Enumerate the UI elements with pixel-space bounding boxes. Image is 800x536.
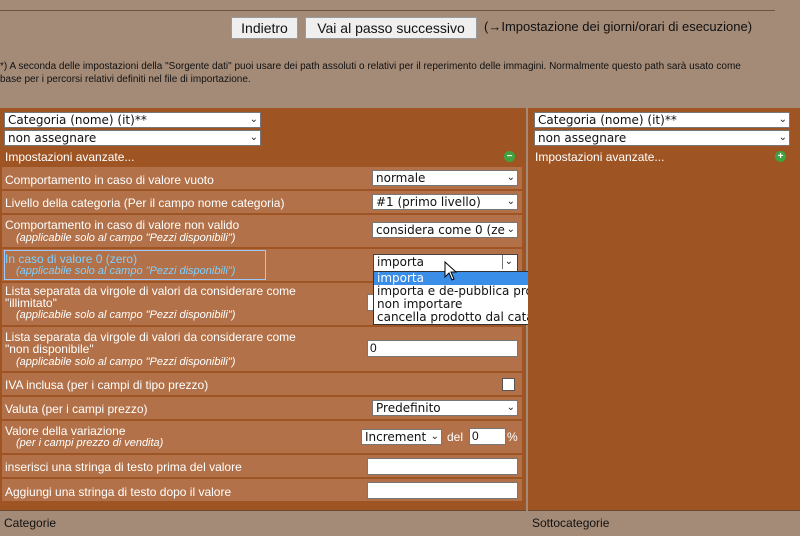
chevron-down-icon: ⌄ bbox=[506, 172, 515, 183]
row-label: Comportamento in caso di valore vuoto bbox=[5, 173, 214, 187]
category-level-select[interactable]: #1 (primo livello) ⌄ bbox=[372, 194, 518, 210]
chevron-down-icon: ⌄ bbox=[506, 196, 515, 207]
chevron-down-icon: ⌄ bbox=[501, 255, 515, 269]
chevron-down-icon: ⌄ bbox=[249, 132, 258, 143]
row-label: Livello della categoria (Per il campo no… bbox=[5, 196, 285, 210]
row-label: IVA inclusa (per i campi di tipo prezzo) bbox=[5, 378, 209, 392]
right-advanced-label[interactable]: Impostazioni avanzate... bbox=[535, 150, 664, 164]
vat-included-checkbox[interactable] bbox=[502, 378, 515, 391]
chevron-down-icon: ⌄ bbox=[506, 402, 515, 413]
categories-footer: Categorie bbox=[0, 510, 526, 536]
collapse-icon[interactable]: − bbox=[504, 151, 515, 162]
variation-amount-input[interactable]: 0 bbox=[469, 428, 506, 445]
suffix-input[interactable] bbox=[367, 482, 518, 499]
percent-label: % bbox=[507, 430, 518, 444]
chevron-down-icon: ⌄ bbox=[778, 132, 787, 143]
row-sub: (applicabile solo al campo "Pezzi dispon… bbox=[16, 356, 236, 368]
chevron-down-icon: ⌄ bbox=[778, 114, 787, 125]
prefix-input[interactable] bbox=[367, 458, 518, 475]
row-label: In caso di valore 0 (zero) bbox=[5, 252, 138, 266]
row-label: Valuta (per i campi prezzo) bbox=[5, 402, 148, 416]
invalid-value-select[interactable]: considera come 0 (ze ⌄ bbox=[372, 222, 518, 238]
row-label-2: "non disponibile" bbox=[5, 342, 94, 356]
row-sub: (applicabile solo al campo "Pezzi dispon… bbox=[16, 265, 236, 277]
mouse-cursor-icon bbox=[444, 261, 458, 281]
top-divider bbox=[0, 10, 775, 11]
chevron-down-icon: ⌄ bbox=[506, 224, 515, 235]
unavailable-list-input[interactable]: 0 bbox=[367, 340, 518, 357]
expand-icon[interactable]: + bbox=[775, 151, 786, 162]
right-assign-select[interactable]: non assegnare ⌄ bbox=[534, 130, 790, 146]
left-advanced-label[interactable]: Impostazioni avanzate... bbox=[5, 150, 134, 164]
variation-type-select[interactable]: Increment ⌄ bbox=[361, 429, 442, 445]
row-label: Comportamento in caso di valore non vali… bbox=[5, 218, 240, 232]
subcategories-panel bbox=[528, 108, 800, 510]
row-label: inserisci una stringa di testo prima del… bbox=[5, 460, 242, 474]
next-step-button[interactable]: Vai al passo successivo bbox=[305, 17, 477, 39]
row-label-2: "illimitato" bbox=[5, 296, 57, 310]
right-field-select[interactable]: Categoria (nome) (it)** ⌄ bbox=[534, 112, 790, 128]
subcategories-footer: Sottocategorie bbox=[528, 510, 800, 536]
path-note: *) A seconda delle impostazioni della "S… bbox=[0, 61, 741, 85]
next-step-hint: (→Impostazione dei giorni/orari di esecu… bbox=[484, 19, 753, 34]
chevron-down-icon: ⌄ bbox=[430, 431, 439, 442]
row-sub: (applicabile solo al campo "Pezzi dispon… bbox=[16, 232, 236, 244]
del-label: del bbox=[447, 430, 464, 444]
row-sub: (applicabile solo al campo "Pezzi dispon… bbox=[16, 309, 236, 321]
empty-value-select[interactable]: normale ⌄ bbox=[372, 170, 518, 186]
left-assign-select[interactable]: non assegnare ⌄ bbox=[4, 130, 261, 146]
left-field-select[interactable]: Categoria (nome) (it)** ⌄ bbox=[4, 112, 261, 128]
row-label: Aggiungi una stringa di testo dopo il va… bbox=[5, 485, 232, 499]
row-sub: (per i campi prezzo di vendita) bbox=[16, 437, 164, 449]
chevron-down-icon: ⌄ bbox=[249, 114, 258, 125]
back-button[interactable]: Indietro bbox=[231, 17, 298, 39]
row-label: Valore della variazione bbox=[5, 424, 126, 438]
currency-select[interactable]: Predefinito ⌄ bbox=[372, 400, 518, 416]
